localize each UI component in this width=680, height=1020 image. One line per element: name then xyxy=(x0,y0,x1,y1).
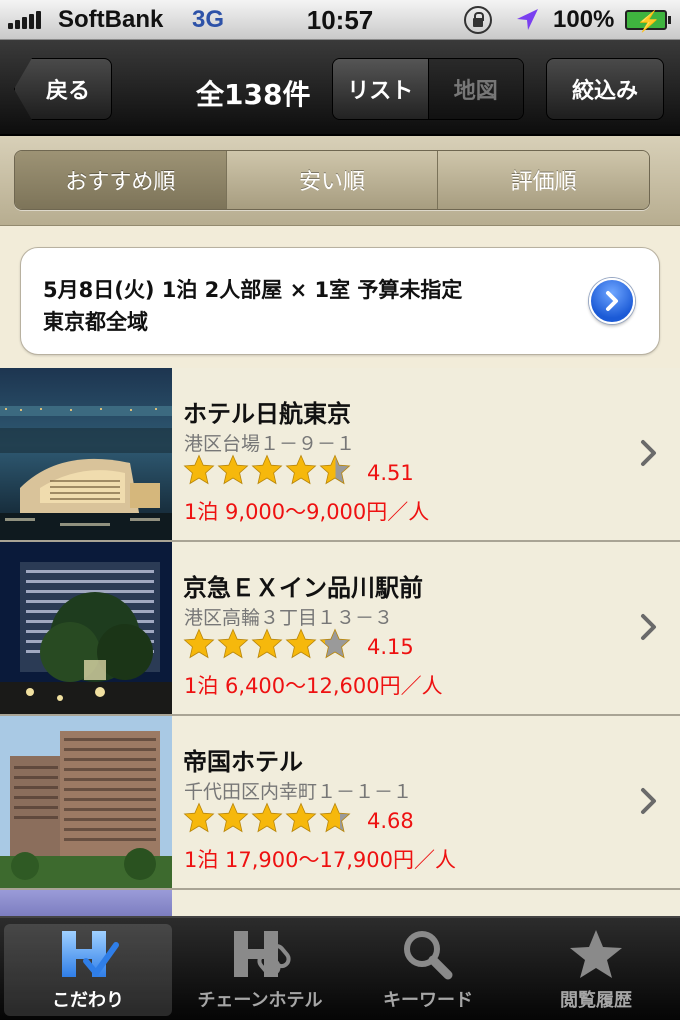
hotel-check-icon xyxy=(53,926,123,984)
hotel-price: 1泊 9,000〜9,000円／人 xyxy=(184,500,430,524)
tab-label: 閲覧履歴 xyxy=(560,990,632,1011)
chevron-right-icon xyxy=(641,440,656,466)
star-icon xyxy=(217,628,249,659)
star-icon xyxy=(251,802,283,833)
star-icon xyxy=(319,628,351,659)
rating-value: 4.15 xyxy=(367,635,414,659)
sort-cheapest[interactable]: 安い順 xyxy=(226,151,439,209)
hotel-price: 1泊 6,400〜12,600円／人 xyxy=(184,674,443,698)
star-icon xyxy=(319,454,351,485)
search-icon xyxy=(393,926,463,984)
rating-value: 4.51 xyxy=(367,461,414,485)
star-icon xyxy=(285,802,317,833)
hotel-photo xyxy=(0,716,172,888)
hotel-address: 港区高輪３丁目１３－３ xyxy=(184,607,394,629)
filter-button[interactable]: 絞込み xyxy=(546,58,664,120)
star-rating xyxy=(183,454,351,490)
hotel-name: ホテル日航東京 xyxy=(183,400,351,428)
hotel-row[interactable]: 京急ＥＸイン品川駅前 港区高輪３丁目１３－３ 4.15 1泊 6,400〜12,… xyxy=(0,542,680,716)
chevron-right-icon xyxy=(641,614,656,640)
hotel-name: 京急ＥＸイン品川駅前 xyxy=(183,574,423,602)
sort-bar: おすすめ順 安い順 評価順 xyxy=(0,136,680,226)
result-count-title: 全138件 xyxy=(196,78,311,111)
sort-segment: おすすめ順 安い順 評価順 xyxy=(14,150,650,210)
map-view-tab[interactable]: 地図 xyxy=(428,59,523,119)
tab-bar: こだわり チェーンホテル キーワード 閲覧履歴 xyxy=(0,916,680,1020)
tab-keyword[interactable]: キーワード xyxy=(344,918,512,1020)
star-icon xyxy=(251,628,283,659)
hotel-address: 千代田区内幸町１－１－１ xyxy=(184,781,413,803)
star-icon xyxy=(251,454,283,485)
star-icon xyxy=(561,926,631,984)
chevron-right-icon xyxy=(606,291,618,311)
back-button[interactable]: 戻る xyxy=(14,58,112,120)
sort-recommended[interactable]: おすすめ順 xyxy=(15,151,227,209)
view-mode-segment: リスト 地図 xyxy=(332,58,524,120)
star-rating xyxy=(183,628,351,664)
hotel-name: 帝国ホテル xyxy=(183,748,303,776)
sort-rating[interactable]: 評価順 xyxy=(438,151,649,209)
hotel-list: ホテル日航東京 港区台場１－９－１ 4.51 1泊 9,000〜9,000円／人 xyxy=(0,368,680,930)
conditions-summary: 5月8日(火) 1泊 2人部屋 × 1室 予算未指定 xyxy=(43,278,463,302)
location-arrow-icon xyxy=(517,9,538,30)
hotel-photo xyxy=(0,368,172,540)
battery-percent: 100% xyxy=(553,6,615,33)
status-bar: SoftBank 3G 10:57 100% ⚡ xyxy=(0,0,680,40)
tab-label: こだわり xyxy=(52,990,124,1011)
star-rating xyxy=(183,802,351,838)
hotel-chain-icon xyxy=(225,926,295,984)
list-view-tab[interactable]: リスト xyxy=(333,59,429,119)
battery-icon: ⚡ xyxy=(625,10,671,33)
star-icon xyxy=(183,628,215,659)
star-icon xyxy=(217,454,249,485)
star-icon xyxy=(183,802,215,833)
detail-disclosure-button[interactable] xyxy=(589,278,635,324)
search-conditions-card[interactable]: 5月8日(火) 1泊 2人部屋 × 1室 予算未指定 東京都全域 xyxy=(20,247,660,355)
rotation-lock-icon xyxy=(464,6,492,34)
star-icon xyxy=(183,454,215,485)
tab-chain-hotel[interactable]: チェーンホテル xyxy=(176,918,344,1020)
star-icon xyxy=(319,802,351,833)
hotel-row[interactable]: ホテル日航東京 港区台場１－９－１ 4.51 1泊 9,000〜9,000円／人 xyxy=(0,368,680,542)
star-icon xyxy=(285,454,317,485)
conditions-area: 東京都全域 xyxy=(43,310,148,334)
hotel-photo xyxy=(0,542,172,714)
hotel-address: 港区台場１－９－１ xyxy=(184,433,356,455)
tab-kodawari[interactable]: こだわり xyxy=(4,924,172,1016)
tab-history[interactable]: 閲覧履歴 xyxy=(512,918,680,1020)
rating-value: 4.68 xyxy=(367,809,414,833)
star-icon xyxy=(217,802,249,833)
hotel-price: 1泊 17,900〜17,900円／人 xyxy=(184,848,456,872)
hotel-row[interactable]: 帝国ホテル 千代田区内幸町１－１－１ 4.68 1泊 17,900〜17,900… xyxy=(0,716,680,890)
navigation-bar: 戻る 全138件 リスト 地図 絞込み xyxy=(0,40,680,136)
tab-label: チェーンホテル xyxy=(197,990,323,1011)
tab-label: キーワード xyxy=(383,990,473,1011)
chevron-right-icon xyxy=(641,788,656,814)
star-icon xyxy=(285,628,317,659)
